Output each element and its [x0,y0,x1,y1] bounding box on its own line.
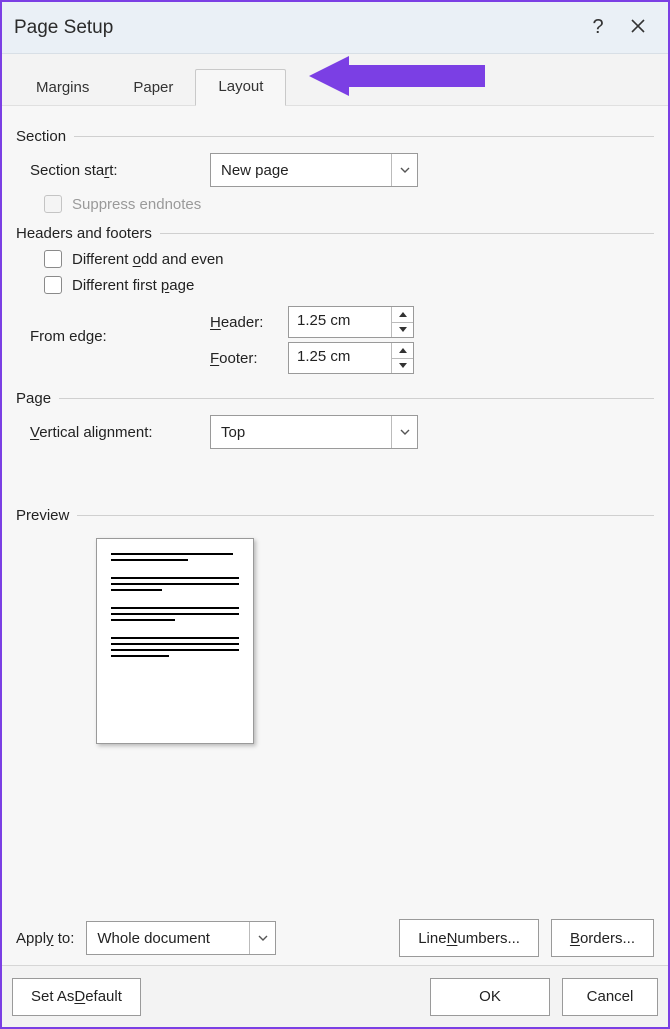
section-start-value: New page [211,162,391,179]
header-distance-spinner[interactable]: 1.25 cm [288,306,414,338]
group-preview-label: Preview [16,507,77,524]
group-headers-footers-label: Headers and footers [16,225,160,242]
dialog-content: Section Section start: New page Suppress… [2,106,668,965]
close-icon [631,19,645,33]
tab-margins[interactable]: Margins [14,71,111,106]
header-distance-value: 1.25 cm [289,307,391,337]
cancel-button[interactable]: Cancel [562,978,658,1016]
apply-to-label: Apply to: [16,930,74,947]
dialog-footer: Set As Default OK Cancel [2,965,668,1027]
apply-to-combo[interactable]: Whole document [86,921,276,955]
suppress-endnotes-label: Suppress endnotes [72,196,201,213]
spin-up-icon[interactable] [392,343,413,358]
chevron-down-icon [391,154,417,186]
divider [77,515,654,516]
section-start-combo[interactable]: New page [210,153,418,187]
tab-strip: Margins Paper Layout [2,54,668,106]
vertical-alignment-value: Top [211,424,391,441]
line-numbers-button[interactable]: Line Numbers... [399,919,539,957]
tab-layout[interactable]: Layout [195,69,286,106]
set-as-default-button[interactable]: Set As Default [12,978,141,1016]
suppress-endnotes-checkbox [44,195,62,213]
group-page: Page [16,390,654,407]
divider [59,398,654,399]
tab-paper[interactable]: Paper [111,71,195,106]
divider [74,136,654,137]
titlebar: Page Setup ? [2,2,668,54]
spin-up-icon[interactable] [392,307,413,322]
different-first-page-checkbox[interactable] [44,276,62,294]
vertical-alignment-label: Vertical alignment: [30,424,210,441]
group-section-label: Section [16,128,74,145]
chevron-down-icon [391,416,417,448]
dialog-title: Page Setup [12,17,578,39]
different-odd-even-checkbox[interactable] [44,250,62,268]
different-first-page-label: Different first page [72,277,194,294]
different-odd-even-label: Different odd and even [72,251,224,268]
vertical-alignment-combo[interactable]: Top [210,415,418,449]
spin-down-icon[interactable] [392,358,413,374]
borders-button[interactable]: Borders... [551,919,654,957]
footer-distance-label: Footer: [210,350,288,367]
help-button[interactable]: ? [578,16,618,39]
footer-distance-spinner[interactable]: 1.25 cm [288,342,414,374]
divider [160,233,654,234]
footer-distance-value: 1.25 cm [289,343,391,373]
chevron-down-icon [249,922,275,954]
group-preview: Preview [16,507,654,524]
from-edge-label: From edge: [30,302,210,345]
ok-button[interactable]: OK [430,978,550,1016]
apply-to-value: Whole document [87,930,249,947]
preview-area [96,538,254,744]
group-headers-footers: Headers and footers [16,225,654,242]
close-button[interactable] [618,17,658,38]
header-distance-label: Header: [210,314,288,331]
group-section: Section [16,128,654,145]
preview-page-icon [96,538,254,744]
group-page-label: Page [16,390,59,407]
spin-down-icon[interactable] [392,322,413,338]
section-start-label: Section start: [30,162,210,179]
